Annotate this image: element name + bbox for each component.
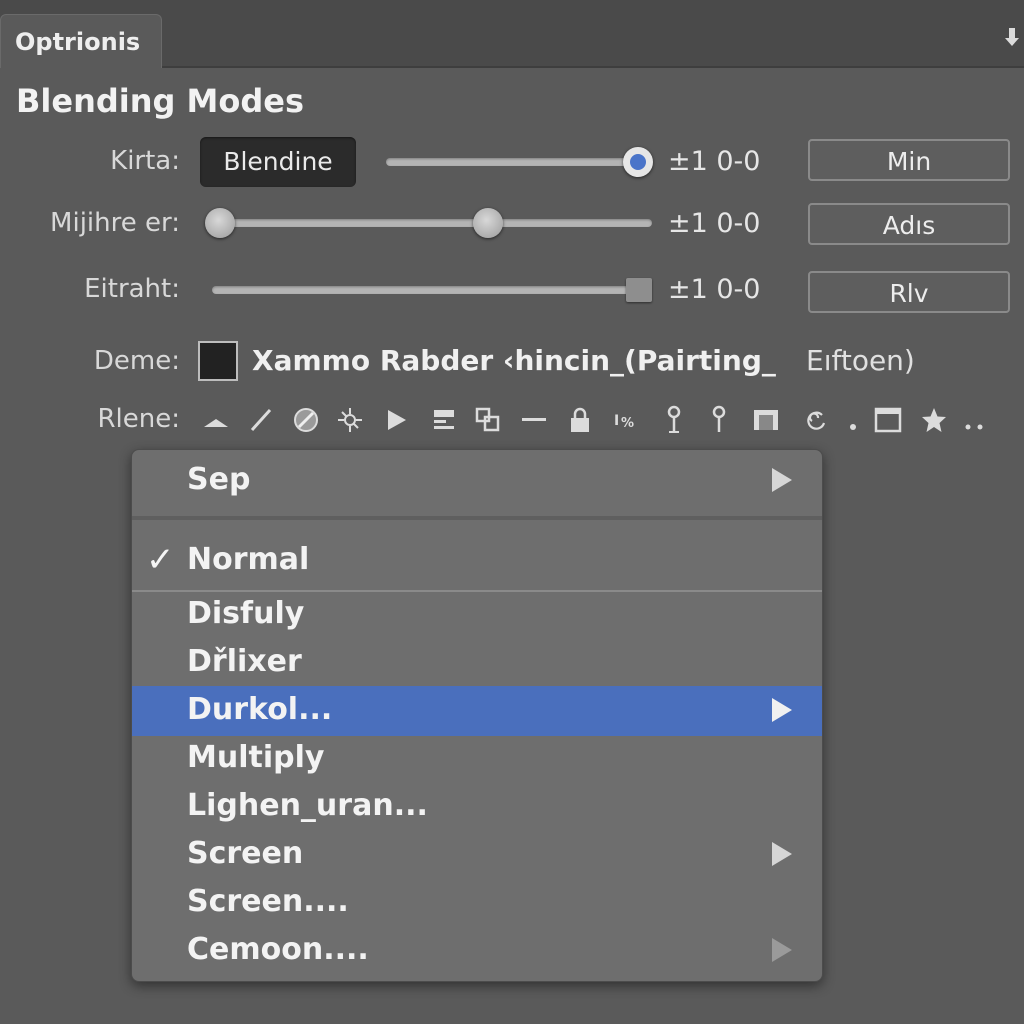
eitraht-slider-track[interactable]: [212, 286, 652, 294]
mijihre-value: ±1 0-0: [668, 208, 761, 239]
mountain-icon[interactable]: [198, 402, 234, 438]
transform-icon[interactable]: I%: [608, 402, 644, 438]
panel-header: Optrionis: [0, 0, 1024, 68]
menu-item-label: Cemoon....: [187, 932, 369, 967]
kirta-field[interactable]: Blendine: [200, 137, 356, 187]
menu-item-label: Dřlixer: [187, 644, 302, 679]
kirta-slider-track[interactable]: [386, 158, 646, 166]
min-button-label: Min: [886, 147, 932, 176]
menu-item-drlixer[interactable]: Dřlixer: [132, 638, 822, 686]
mijihre-slider-max-knob[interactable]: [473, 208, 503, 238]
eitraht-label: Eitraht:: [84, 274, 180, 304]
tab-options[interactable]: Optrionis: [0, 14, 162, 68]
submenu-arrow-icon: [772, 842, 792, 866]
window-icon[interactable]: [870, 402, 906, 438]
more-icon[interactable]: [956, 402, 992, 438]
dash-icon[interactable]: [516, 402, 552, 438]
menu-item-label: Normal: [187, 542, 310, 577]
deme-label: Deme:: [93, 346, 180, 376]
dot-icon[interactable]: [835, 402, 871, 438]
swirl-icon[interactable]: [797, 402, 833, 438]
menu-item-label: Multiply: [187, 740, 325, 775]
panel-menu-icon[interactable]: [1004, 26, 1020, 50]
deme-text: Xammo Rabder ‹hincin_(Pairting_: [252, 344, 776, 377]
menu-item-disfuly[interactable]: Disfuly: [132, 590, 822, 638]
menu-item-lighen-uran[interactable]: Lighen_uran...: [132, 782, 822, 830]
rlv-button[interactable]: Rlv: [808, 271, 1010, 313]
mijihre-slider-track[interactable]: [212, 219, 652, 227]
line-icon[interactable]: [243, 402, 279, 438]
menu-item-label: Durkol...: [187, 692, 333, 727]
menu-item-normal[interactable]: ✓ Normal: [132, 536, 822, 584]
menu-item-durkol[interactable]: Durkol...: [132, 686, 822, 736]
stack-icon[interactable]: [425, 402, 461, 438]
svg-text:I: I: [614, 413, 619, 429]
kirta-slider-knob[interactable]: [623, 147, 653, 177]
eitraht-slider-knob[interactable]: [626, 278, 652, 302]
deme-right-text: Eıftoen): [806, 344, 915, 377]
submenu-arrow-icon: [772, 698, 792, 722]
squares-icon[interactable]: [470, 402, 506, 438]
section-title: Blending Modes: [16, 82, 305, 120]
blend-mode-menu: Sep ✓ Normal Disfuly Dřlixer Durkol... M…: [131, 449, 823, 982]
play-icon[interactable]: [378, 402, 414, 438]
adis-button-label: Adıs: [882, 211, 936, 240]
menu-item-label: Disfuly: [187, 596, 305, 631]
menu-separator: [132, 516, 822, 520]
rlv-button-label: Rlv: [889, 279, 929, 308]
pin-icon[interactable]: [656, 402, 692, 438]
star-icon[interactable]: [916, 402, 952, 438]
submenu-arrow-icon: [772, 938, 792, 962]
submenu-arrow-icon: [772, 468, 792, 492]
menu-item-multiply[interactable]: Multiply: [132, 734, 822, 782]
kirta-value: ±1 0-0: [668, 146, 761, 177]
menu-item-label: Screen....: [187, 884, 349, 919]
eitraht-value: ±1 0-0: [668, 274, 761, 305]
lock-icon[interactable]: [562, 402, 598, 438]
mijihre-label: Mijihre er:: [50, 208, 180, 238]
rlene-label: Rlene:: [97, 404, 180, 434]
no-entry-icon[interactable]: [288, 402, 324, 438]
adis-button[interactable]: Adıs: [808, 203, 1010, 245]
menu-item-label: Lighen_uran...: [187, 788, 428, 823]
svg-text:%: %: [621, 416, 634, 431]
kirta-label: Kirta:: [110, 146, 180, 176]
menu-item-cemoon[interactable]: Cemoon....: [132, 926, 822, 974]
mijihre-slider-min-knob[interactable]: [205, 208, 235, 238]
sparkle-icon[interactable]: [332, 402, 368, 438]
pin-alt-icon[interactable]: [701, 402, 737, 438]
color-swatch[interactable]: [198, 341, 238, 381]
frame-icon[interactable]: [748, 402, 784, 438]
menu-item-screen[interactable]: Screen: [132, 830, 822, 878]
tab-label: Optrionis: [15, 28, 141, 56]
checkmark-icon: ✓: [146, 540, 175, 580]
min-button[interactable]: Min: [808, 139, 1010, 181]
menu-item-screen-more[interactable]: Screen....: [132, 878, 822, 926]
menu-item-sep[interactable]: Sep: [132, 456, 822, 504]
kirta-field-value: Blendine: [223, 147, 333, 176]
menu-item-label: Sep: [187, 462, 251, 497]
menu-item-label: Screen: [187, 836, 304, 871]
